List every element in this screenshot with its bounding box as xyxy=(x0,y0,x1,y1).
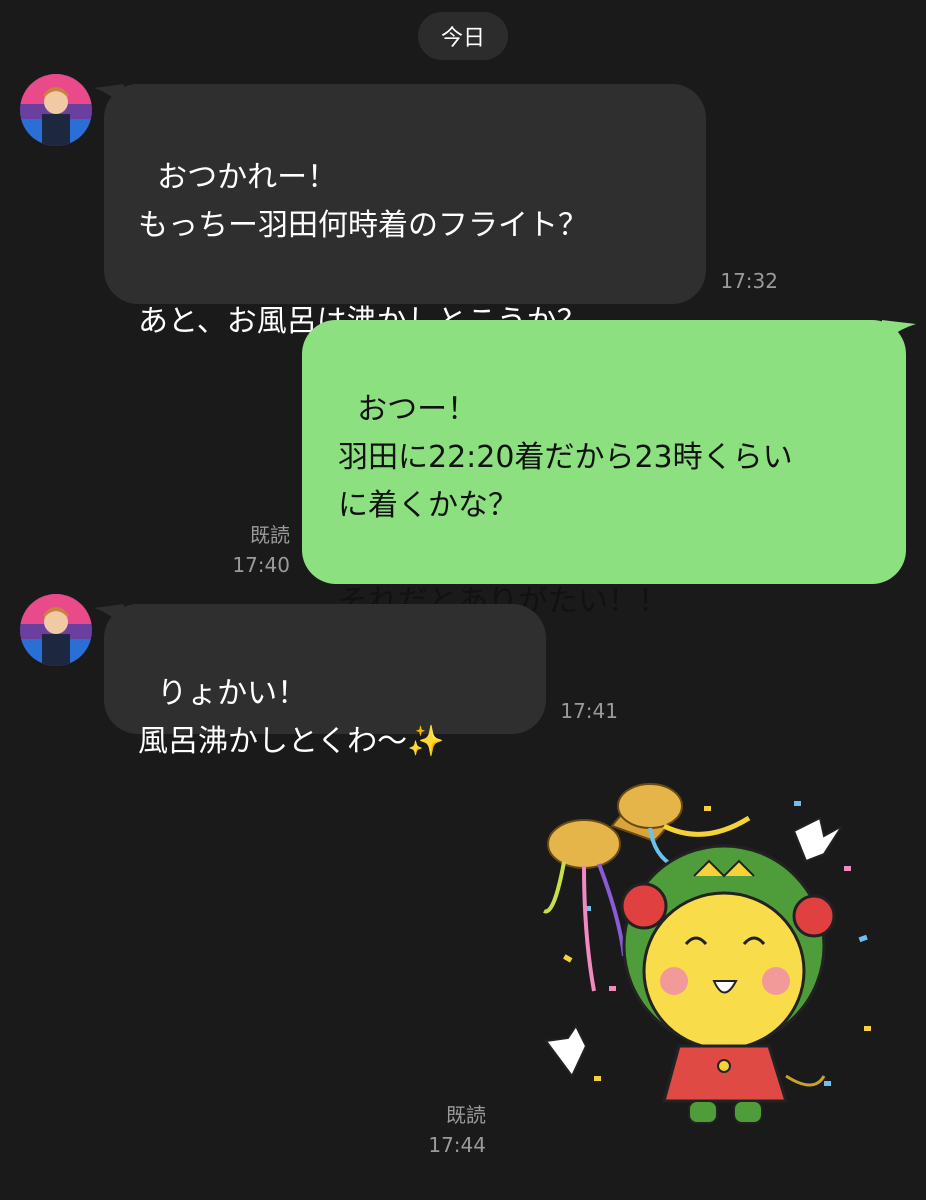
message-meta: 既読 17:44 xyxy=(396,1100,486,1160)
outgoing-bubble-tail xyxy=(882,320,916,344)
message-text: おつかれー！ もっちー羽田何時着のフライト？ あと、お風呂は沸かしとこうか？ xyxy=(138,160,588,339)
contact-avatar-icon[interactable] xyxy=(20,74,92,146)
coronavirus-character-icon xyxy=(620,844,836,1124)
message-bubble-incoming[interactable]: おつかれー！ もっちー羽田何時着のフライト？ あと、お風呂は沸かしとこうか？ xyxy=(104,84,706,339)
message-time: 17:44 xyxy=(428,1133,486,1157)
message-bubble-incoming[interactable]: りょかい！ 風呂沸かしとくわ〜✨ xyxy=(104,604,546,759)
sparkles-emoji: ✨ xyxy=(407,724,445,759)
message-time: 17:41 xyxy=(560,699,618,723)
message-bubble-outgoing[interactable]: おつー！ 羽田に22:20着だから23時くらい に着くかな？ それだとありがたい… xyxy=(302,320,906,619)
date-label: 今日 xyxy=(440,26,485,51)
message-meta: 17:41 xyxy=(540,696,618,726)
contact-avatar-icon[interactable] xyxy=(20,594,92,666)
message-text: りょかい！ 風呂沸かしとくわ〜 xyxy=(138,676,408,759)
message-time: 17:32 xyxy=(720,269,778,293)
message-time: 17:40 xyxy=(232,553,290,577)
date-separator: 今日 xyxy=(418,12,508,60)
message-meta: 既読 17:40 xyxy=(200,520,290,580)
message-meta: 17:32 xyxy=(700,266,778,296)
read-receipt: 既読 xyxy=(446,1103,486,1127)
message-text: おつー！ 羽田に22:20着だから23時くらい に着くかな？ それだとありがたい… xyxy=(338,392,793,619)
sticker-image[interactable] xyxy=(524,776,904,1156)
read-receipt: 既読 xyxy=(250,523,290,547)
